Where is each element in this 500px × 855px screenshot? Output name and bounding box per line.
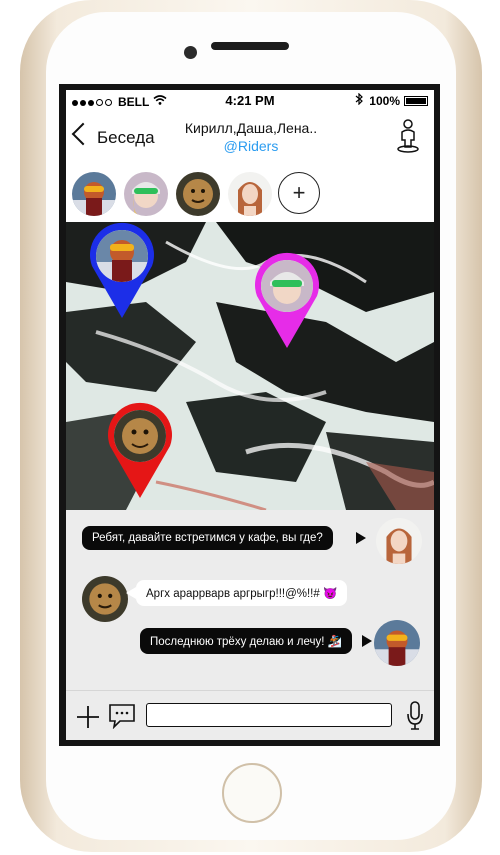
chat-thread: Ребят, давайте встретимся у кафе, вы где… xyxy=(66,510,434,688)
participant-avatar-redhead[interactable] xyxy=(228,172,272,216)
back-chevron-icon xyxy=(71,122,95,146)
chat-bubble-icon[interactable] xyxy=(108,703,136,729)
message-text: Аргх араррварв аргрыгр!!!@%!!# xyxy=(146,588,320,600)
add-participant-button[interactable]: + xyxy=(278,172,320,214)
map-view[interactable] xyxy=(66,222,434,510)
message-composer xyxy=(66,690,434,740)
bubble-tail xyxy=(126,587,136,599)
devil-emoji: 😈 xyxy=(322,588,338,600)
earpiece-speaker xyxy=(211,42,289,50)
participant-avatar-yeti[interactable] xyxy=(176,172,220,216)
bubble-tail xyxy=(362,635,372,647)
front-camera xyxy=(184,46,197,59)
chat-group-tag[interactable]: @Riders xyxy=(176,138,326,154)
app-screen: BELL 4:21 PM 100% Беседа Кирилл,Даша,Лен… xyxy=(66,90,434,740)
plus-icon[interactable] xyxy=(76,705,100,729)
participant-avatar-girl-helmet[interactable] xyxy=(124,172,168,216)
message-bubble-sent[interactable]: Последнюю трёху делаю и лечу! 🏂 xyxy=(140,628,352,654)
sender-avatar[interactable] xyxy=(82,576,128,622)
bluetooth-icon xyxy=(355,92,364,108)
participant-avatar-snowboarder[interactable] xyxy=(72,172,116,216)
message-text: Ребят, давайте встретимся у кафе, вы где… xyxy=(92,532,323,544)
message-input[interactable] xyxy=(146,703,392,727)
chat-title: Кирилл,Даша,Лена.. xyxy=(184,120,318,136)
home-button[interactable] xyxy=(222,763,282,823)
bubble-tail xyxy=(356,532,366,544)
participant-strip: + xyxy=(66,164,434,222)
microphone-icon[interactable] xyxy=(406,701,424,731)
navigation-bar: Беседа Кирилл,Даша,Лена.. @Riders xyxy=(66,112,434,164)
message-bubble-received[interactable]: Аргх араррварв аргрыгр!!!@%!!# 😈 xyxy=(136,580,348,606)
sender-avatar[interactable] xyxy=(374,620,420,666)
message-bubble-sent[interactable]: Ребят, давайте встретимся у кафе, вы где… xyxy=(82,526,333,550)
status-bar: BELL 4:21 PM 100% xyxy=(66,90,434,112)
map-pin-icon[interactable] xyxy=(396,118,420,154)
back-label: Беседа xyxy=(97,128,155,147)
sender-avatar[interactable] xyxy=(376,518,422,564)
battery-percent: 100% xyxy=(369,93,400,108)
message-text: Последнюю трёху делаю и лечу! xyxy=(150,636,325,648)
snowboarder-emoji: 🏂 xyxy=(327,636,342,648)
battery-icon xyxy=(404,95,428,106)
